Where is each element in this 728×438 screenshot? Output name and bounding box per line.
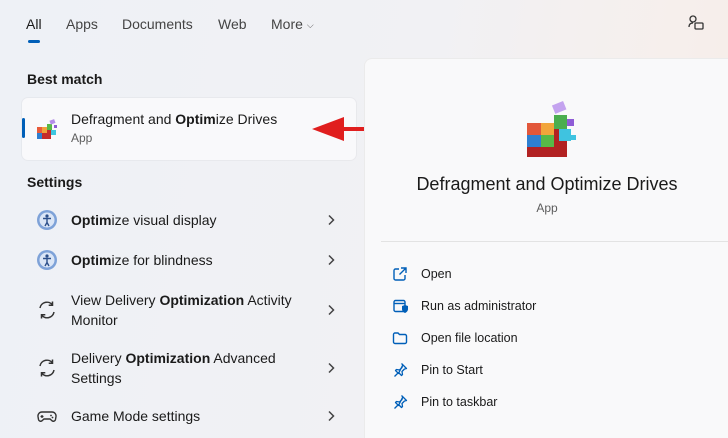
best-match-heading: Best match — [27, 71, 103, 87]
best-match-subtitle: App — [71, 131, 93, 145]
action-label: Open file location — [421, 331, 518, 345]
tab-more-label: More — [271, 16, 303, 32]
setting-item-game-mode[interactable]: Game Mode settings — [22, 398, 356, 434]
tab-more[interactable]: More ⌵ — [271, 16, 314, 32]
label-part: ize visual display — [111, 212, 217, 228]
open-file-location-action[interactable]: Open file location — [389, 327, 689, 349]
pin-to-start-action[interactable]: Pin to Start — [389, 359, 689, 381]
setting-item-delivery-optimization-advanced[interactable]: Delivery Optimization Advanced Settings — [22, 340, 356, 396]
shield-admin-icon — [393, 299, 408, 313]
title-highlight: Optim — [175, 111, 216, 127]
accessibility-icon — [37, 250, 57, 270]
selection-accent — [22, 118, 25, 138]
active-tab-indicator — [28, 40, 40, 43]
label-part: Game Mode settings — [71, 408, 201, 424]
search-filter-tabs: All Apps Documents Web More ⌵ — [0, 0, 680, 48]
setting-item-delivery-optimization-activity-monitor[interactable]: View Delivery Optimization Activity Moni… — [22, 282, 356, 338]
label-highlight: Optim — [71, 252, 112, 268]
setting-label: Optimize for blindness — [71, 250, 311, 270]
label-highlight: Optimization — [125, 350, 211, 366]
defrag-app-large-icon — [527, 101, 576, 157]
label-highlight: Optim — [71, 212, 112, 228]
pin-icon — [394, 395, 408, 409]
sync-icon — [39, 359, 55, 377]
folder-icon — [392, 332, 408, 345]
settings-heading: Settings — [27, 174, 83, 190]
best-match-title: Defragment and Optimize Drives — [71, 111, 277, 127]
chevron-right-icon — [328, 304, 335, 316]
chevron-right-icon — [328, 254, 335, 266]
app-type: App — [536, 201, 558, 215]
label-part: ize for blindness — [111, 252, 213, 268]
run-as-admin-action[interactable]: Run as administrator — [389, 295, 689, 317]
pin-to-taskbar-action[interactable]: Pin to taskbar — [389, 391, 689, 413]
action-label: Pin to Start — [421, 363, 483, 377]
tab-apps[interactable]: Apps — [66, 16, 98, 32]
pin-icon — [394, 363, 408, 377]
label-highlight: Optimization — [159, 292, 245, 308]
gamepad-icon — [37, 411, 57, 422]
tab-all[interactable]: All — [26, 16, 42, 32]
action-label: Open — [421, 267, 452, 281]
chevron-right-icon — [328, 362, 335, 374]
chevron-down-icon: ⌵ — [306, 20, 314, 30]
app-detail-panel: Defragment and Optimize Drives App Open … — [364, 58, 728, 438]
divider — [381, 241, 728, 242]
setting-label: Game Mode settings — [71, 406, 311, 426]
label-part: Delivery — [71, 350, 126, 366]
tab-web[interactable]: Web — [218, 16, 247, 32]
defrag-app-icon — [37, 119, 57, 139]
tab-documents[interactable]: Documents — [122, 16, 193, 32]
best-match-result[interactable]: Defragment and Optimize Drives App — [22, 98, 356, 160]
chevron-right-icon — [328, 410, 335, 422]
label-part: View Delivery — [71, 292, 160, 308]
open-action[interactable]: Open — [389, 263, 689, 285]
title-part: Defragment and — [71, 111, 176, 127]
sync-icon — [39, 301, 55, 319]
action-label: Pin to taskbar — [421, 395, 498, 409]
chevron-right-icon — [328, 214, 335, 226]
open-external-icon — [393, 267, 407, 281]
title-part: ize Drives — [215, 111, 278, 127]
action-label: Run as administrator — [421, 299, 537, 313]
connected-accounts-icon[interactable] — [686, 13, 706, 33]
accessibility-icon — [37, 210, 57, 230]
setting-item-optimize-visual-display[interactable]: Optimize visual display — [22, 200, 356, 240]
setting-label: Delivery Optimization Advanced Settings — [71, 348, 311, 388]
app-title: Defragment and Optimize Drives — [416, 174, 678, 194]
setting-label: Optimize visual display — [71, 210, 311, 230]
setting-label: View Delivery Optimization Activity Moni… — [71, 290, 311, 330]
setting-item-optimize-for-blindness[interactable]: Optimize for blindness — [22, 240, 356, 280]
